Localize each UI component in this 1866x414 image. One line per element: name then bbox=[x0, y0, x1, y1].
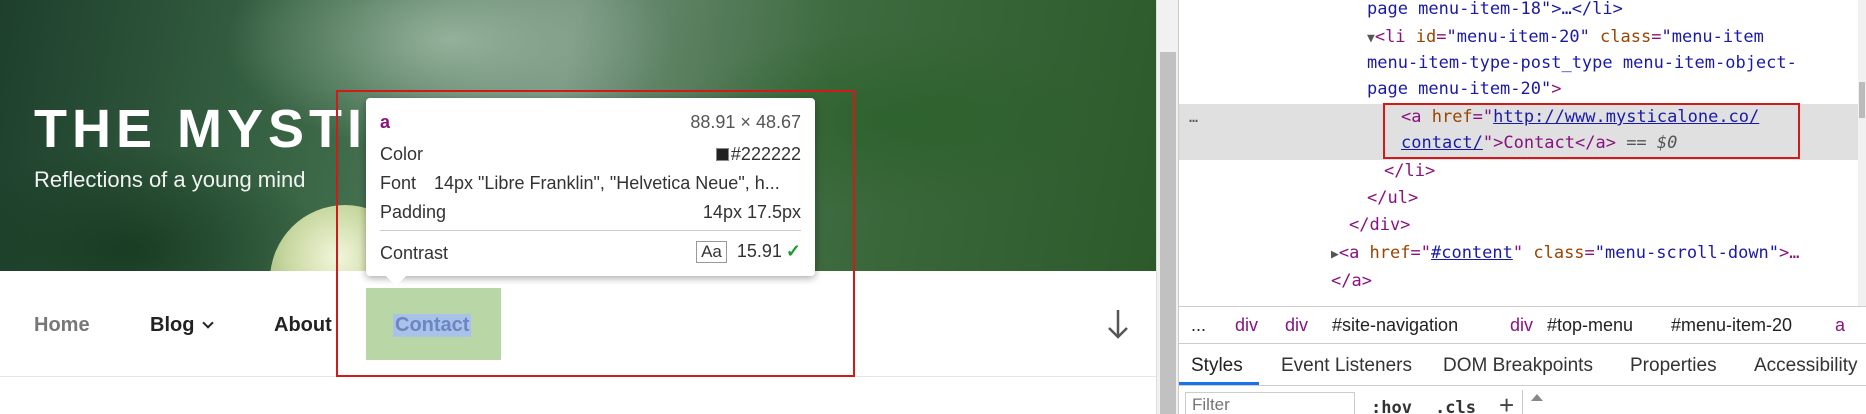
dom-attr-value: "menu-item-20" bbox=[1446, 27, 1590, 47]
new-rule-button[interactable]: + bbox=[1499, 390, 1514, 414]
website-viewport: THE MYSTI Reflections of a young mind Ho… bbox=[0, 0, 1156, 414]
dom-attr-value: "menu-item bbox=[1661, 27, 1764, 47]
nav-home-link[interactable]: Home bbox=[34, 314, 90, 337]
arrow-down-icon[interactable] bbox=[1106, 307, 1130, 341]
triangle-down-icon[interactable]: ▼ bbox=[1367, 31, 1375, 46]
breadcrumb-item[interactable]: #menu-item-20 bbox=[1671, 315, 1792, 336]
tab-dom-breakpoints[interactable]: DOM Breakpoints bbox=[1443, 355, 1593, 377]
page-scrollbar[interactable] bbox=[1156, 0, 1178, 414]
nav-blog-link[interactable]: Blog bbox=[150, 314, 215, 337]
dom-attr: href bbox=[1369, 243, 1411, 263]
nav-about-link[interactable]: About bbox=[274, 314, 332, 337]
dom-line[interactable]: page menu-item-18">…</li> bbox=[1367, 0, 1623, 22]
breadcrumb-item[interactable]: div bbox=[1285, 315, 1308, 336]
cls-toggle-button[interactable]: .cls bbox=[1435, 398, 1476, 414]
chevron-down-icon bbox=[202, 317, 215, 329]
breadcrumb-item[interactable]: div bbox=[1235, 315, 1258, 336]
devtools-panel: … page menu-item-18">…</li> ▼<li id="men… bbox=[1178, 0, 1866, 414]
dom-tag: <a bbox=[1338, 243, 1370, 263]
styles-filter-input[interactable] bbox=[1185, 392, 1355, 414]
site-description: Reflections of a young mind bbox=[34, 167, 306, 192]
styles-toolbar: :hov .cls + bbox=[1179, 386, 1866, 414]
breadcrumb-item[interactable]: a bbox=[1835, 315, 1845, 336]
dom-line[interactable]: </li> bbox=[1384, 158, 1435, 184]
toolbar-divider bbox=[1522, 390, 1523, 414]
dom-line[interactable]: </a> bbox=[1331, 268, 1372, 294]
page-scrollbar-thumb[interactable] bbox=[1160, 52, 1176, 414]
dom-tag: </ul> bbox=[1367, 188, 1419, 208]
dom-line[interactable]: menu-item-type-post_type menu-item-objec… bbox=[1367, 50, 1797, 76]
dom-attr: class bbox=[1523, 243, 1585, 263]
breadcrumb-item[interactable]: #top-menu bbox=[1547, 315, 1633, 336]
scroll-up-icon[interactable] bbox=[1531, 394, 1543, 401]
dom-tag: <li bbox=[1374, 27, 1416, 47]
dom-text: page menu-item-18">…</li> bbox=[1367, 0, 1623, 19]
more-icon[interactable]: … bbox=[1189, 108, 1199, 126]
dom-attr: class bbox=[1589, 27, 1652, 47]
tab-event-listeners[interactable]: Event Listeners bbox=[1281, 355, 1412, 377]
dom-scrollbar-thumb[interactable] bbox=[1859, 82, 1865, 118]
tab-accessibility[interactable]: Accessibility bbox=[1754, 355, 1857, 377]
annotation-highlight-box bbox=[1383, 103, 1800, 159]
dom-attr-value: "menu-scroll-down" bbox=[1594, 243, 1780, 263]
dom-line[interactable]: page menu-item-20"> bbox=[1367, 76, 1561, 102]
dom-line[interactable]: </ul> bbox=[1367, 185, 1418, 211]
dom-tag: </div> bbox=[1349, 215, 1411, 235]
dom-attr-value: page menu-item-20" bbox=[1367, 79, 1552, 99]
triangle-right-icon[interactable]: ▶ bbox=[1331, 247, 1339, 262]
nav-blog-label: Blog bbox=[150, 314, 195, 336]
screenshot-root: THE MYSTI Reflections of a young mind Ho… bbox=[0, 0, 1866, 414]
dom-line[interactable]: </div> bbox=[1349, 212, 1410, 238]
breadcrumb-item[interactable]: div bbox=[1510, 315, 1533, 336]
dom-scrollbar[interactable] bbox=[1858, 0, 1866, 306]
hov-toggle-button[interactable]: :hov bbox=[1371, 398, 1412, 414]
tab-styles[interactable]: Styles bbox=[1191, 355, 1243, 377]
dom-line-anchor[interactable]: ▶<a href="#content" class="menu-scroll-d… bbox=[1331, 240, 1800, 266]
breadcrumb-item[interactable]: #site-navigation bbox=[1332, 315, 1458, 336]
tab-properties[interactable]: Properties bbox=[1630, 355, 1717, 377]
dom-tag: </a> bbox=[1331, 271, 1372, 291]
annotation-highlight-box bbox=[336, 90, 855, 377]
dom-tag: > bbox=[1551, 79, 1562, 99]
dom-href-link[interactable]: #content bbox=[1431, 243, 1513, 263]
dom-attr: id bbox=[1415, 27, 1437, 47]
dom-attr-value: menu-item-type-post_type menu-item-objec… bbox=[1367, 53, 1797, 73]
site-title[interactable]: THE MYSTI bbox=[34, 98, 367, 160]
dom-tag: </li> bbox=[1384, 161, 1436, 181]
breadcrumb-item[interactable]: ... bbox=[1191, 315, 1206, 336]
sidebar-tabs: Styles Event Listeners DOM Breakpoints P… bbox=[1179, 344, 1866, 386]
dom-breadcrumb: ... div div #site-navigation div #top-me… bbox=[1179, 306, 1866, 344]
dom-line-li[interactable]: ▼<li id="menu-item-20" class="menu-item bbox=[1367, 24, 1764, 50]
dom-tag: >… bbox=[1779, 243, 1800, 263]
active-tab-indicator bbox=[1179, 382, 1259, 385]
